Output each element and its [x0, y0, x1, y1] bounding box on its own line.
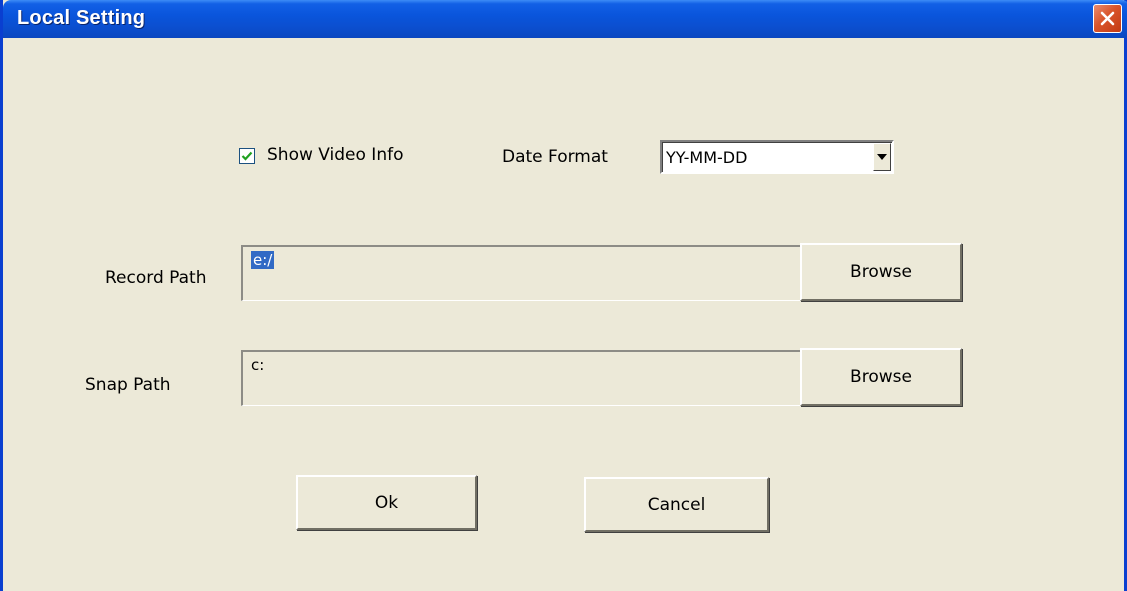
window-title: Local Setting [17, 7, 146, 29]
record-path-label: Record Path [105, 268, 207, 288]
close-button[interactable] [1093, 4, 1122, 33]
chevron-down-icon [877, 154, 887, 160]
snap-path-field[interactable]: c: [241, 350, 801, 406]
snap-path-label: Snap Path [85, 375, 171, 395]
title-bar[interactable]: Local Setting [3, 0, 1127, 38]
local-setting-dialog: Local Setting Show Video Info Date Forma… [0, 0, 1127, 591]
record-path-field[interactable]: e:/ [241, 245, 801, 301]
snap-browse-button[interactable]: Browse [800, 348, 962, 406]
record-path-value: e:/ [251, 251, 275, 269]
date-format-value: YY-MM-DD [666, 148, 748, 167]
show-video-info-checkbox[interactable] [239, 148, 255, 164]
show-video-info-label[interactable]: Show Video Info [267, 145, 403, 165]
cancel-button[interactable]: Cancel [584, 477, 769, 532]
check-icon [241, 151, 253, 161]
close-icon [1100, 11, 1115, 26]
ok-button[interactable]: Ok [296, 475, 477, 530]
date-format-select[interactable]: YY-MM-DD [660, 140, 894, 174]
date-format-label: Date Format [502, 147, 608, 167]
dialog-body: Show Video Info Date Format YY-MM-DD Rec… [3, 38, 1127, 591]
dropdown-button[interactable] [873, 143, 891, 171]
record-browse-button[interactable]: Browse [800, 243, 962, 301]
snap-path-value: c: [251, 356, 265, 374]
